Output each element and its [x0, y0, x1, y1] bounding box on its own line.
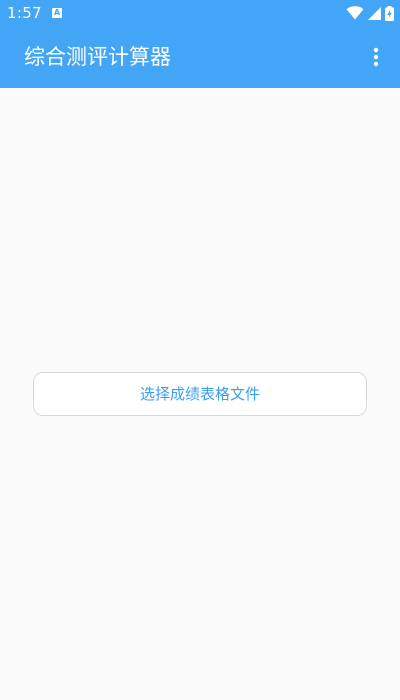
signal-icon [368, 6, 381, 20]
app-title: 综合测评计算器 [24, 45, 171, 69]
wifi-icon [346, 6, 364, 20]
battery-charging-icon [385, 5, 394, 21]
status-time: 1:57 [7, 4, 42, 22]
status-icons [346, 5, 394, 21]
main-content: 选择成绩表格文件 [0, 88, 400, 700]
select-file-button[interactable]: 选择成绩表格文件 [33, 372, 367, 416]
a-app-icon: A [52, 8, 62, 18]
more-vert-icon[interactable] [364, 43, 388, 71]
status-bar: 1:57 A [0, 0, 400, 26]
app-bar: 综合测评计算器 [0, 26, 400, 88]
